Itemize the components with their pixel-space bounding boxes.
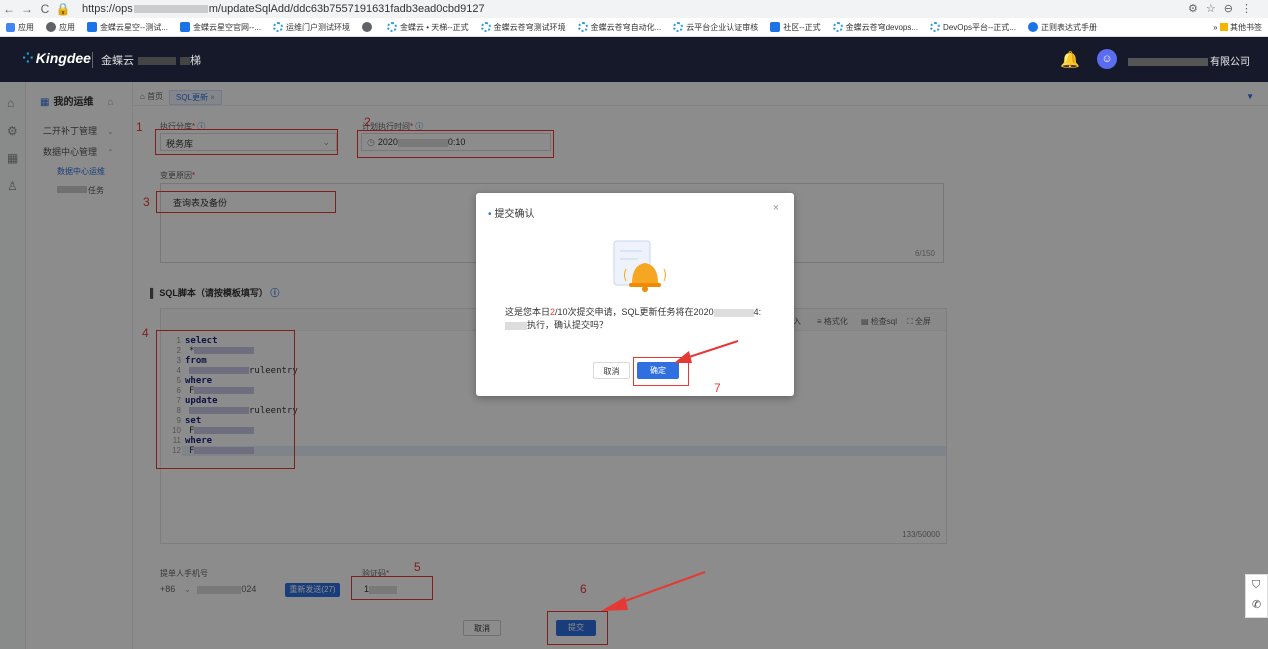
kingdee-icon: [577, 22, 588, 32]
kingdee-logo[interactable]: ⁘ Kingdee: [22, 50, 91, 67]
bookmark-item[interactable]: 社区--正式: [770, 22, 821, 33]
floating-tools: ⛉ ✆: [1245, 574, 1268, 618]
kingdee-icon: [273, 22, 283, 32]
regex-icon: [1027, 22, 1038, 32]
bookmark-item[interactable]: 金蝶云 • 天梯--正式: [387, 22, 469, 33]
bookmark-item[interactable]: 应用: [6, 22, 34, 33]
dialog-cancel-button[interactable]: 取消: [593, 362, 630, 379]
arrow-to-submit: [601, 571, 706, 611]
kingdee-icon: [673, 22, 684, 32]
globe-icon: [362, 22, 372, 32]
close-icon[interactable]: ×: [773, 202, 779, 214]
globe-icon: [46, 22, 56, 32]
bookmark-item[interactable]: 金蝶云星空--测试...: [87, 22, 168, 33]
bookmark-item[interactable]: 运维门户测试环境: [273, 22, 350, 33]
back-icon[interactable]: ←: [0, 2, 18, 16]
bookmark-item[interactable]: [362, 22, 375, 32]
company-name[interactable]: 有限公司: [1128, 53, 1250, 68]
url-field[interactable]: https://ops m/updateSqlAdd/ddc63b75571916…: [82, 3, 485, 15]
forward-icon[interactable]: →: [18, 2, 36, 16]
app-header: ⁘ Kingdee 金蝶云梯 🔔 ☺ 有限公司: [0, 37, 1268, 82]
bookmark-item[interactable]: 金蝶云苍穹devops...: [832, 22, 918, 33]
community-icon: [770, 22, 781, 32]
browser-address-bar: ← → C 🔒 https://ops m/updateSqlAdd/ddc63b…: [0, 0, 1268, 18]
bookmarks-bar: 应用 应用 金蝶云星空--测试... 金蝶云星空官网--... 运维门户测试环境…: [0, 18, 1268, 37]
bookmark-item[interactable]: 金蝶云星空官网--...: [180, 22, 261, 33]
dialog-title: • 提交确认: [488, 209, 535, 220]
kingdee-icon: [387, 22, 397, 32]
bell-icon[interactable]: 🔔: [1060, 50, 1080, 70]
app-title: 金蝶云梯: [92, 52, 201, 68]
confirm-dialog: • 提交确认 × 这是您本日2/10次提交申请，SQL更新任务将在2020 4: 执…: [476, 193, 794, 396]
avatar[interactable]: ☺: [1097, 49, 1117, 69]
bookmark-icon: [87, 22, 97, 32]
bookmark-icon: [180, 22, 190, 32]
bookmark-item[interactable]: 正则表达式手册: [1027, 22, 1097, 33]
reload-icon[interactable]: C: [36, 2, 54, 16]
other-bookmarks[interactable]: » 其他书签: [1213, 22, 1262, 33]
kingdee-icon: [832, 22, 843, 32]
kingdee-icon: [480, 22, 491, 32]
bookmark-item[interactable]: 金蝶云苍穹自动化...: [577, 22, 661, 33]
lock-icon: 🔒: [55, 2, 71, 16]
bell-scroll-illustration: [613, 240, 666, 292]
shield-icon[interactable]: ⛉: [1252, 579, 1260, 592]
bookmark-item[interactable]: 云平台企业认证审核: [673, 22, 758, 33]
bookmark-item[interactable]: DevOps平台--正式...: [930, 22, 1016, 33]
browser-actions[interactable]: ⚙☆⊖⋮: [1188, 2, 1260, 15]
bookmark-item[interactable]: 金蝶云苍穹测试环境: [480, 22, 566, 33]
kingdee-icon: [930, 22, 941, 32]
dialog-message: 这是您本日2/10次提交申请，SQL更新任务将在2020 4: 执行，确认提交吗？: [505, 307, 762, 330]
arrow-to-confirm: [674, 340, 739, 363]
phone-icon[interactable]: ✆: [1252, 598, 1261, 611]
bookmark-item[interactable]: 应用: [46, 22, 75, 33]
apps-icon: [6, 22, 15, 32]
annotation-7: 7: [714, 381, 721, 395]
